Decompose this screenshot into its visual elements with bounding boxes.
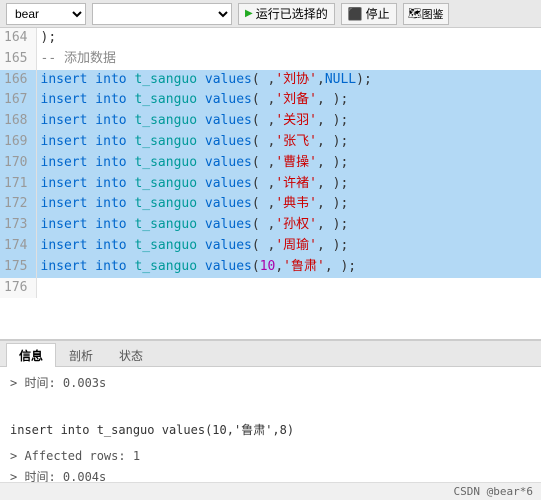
line-code[interactable]: insert into t_sanguo values(10,'鲁肃', ); bbox=[36, 257, 541, 278]
table-row: 172insert into t_sanguo values( ,'典韦', )… bbox=[0, 194, 541, 215]
toolbar: bear ▶ 运行已选择的 ⬛ 停止 🗺 图鉴 bbox=[0, 0, 541, 28]
footer-text: CSDN @bear*6 bbox=[454, 485, 533, 498]
message-line: > 时间: 0.004s bbox=[10, 467, 531, 482]
explain-button[interactable]: 🗺 图鉴 bbox=[403, 3, 449, 25]
message-line: insert into t_sanguo values(10,'鲁肃',8) bbox=[10, 420, 531, 442]
message-line: > 时间: 0.003s bbox=[10, 373, 531, 395]
line-code[interactable]: insert into t_sanguo values( ,'张飞', ); bbox=[36, 132, 541, 153]
code-editor[interactable]: 164);165-- 添加数据166insert into t_sanguo v… bbox=[0, 28, 541, 340]
line-code[interactable]: insert into t_sanguo values( ,'许褚', ); bbox=[36, 174, 541, 195]
tab-profile[interactable]: 剖析 bbox=[56, 343, 106, 367]
table-row: 169insert into t_sanguo values( ,'张飞', )… bbox=[0, 132, 541, 153]
line-number: 171 bbox=[0, 174, 36, 195]
run-button[interactable]: ▶ 运行已选择的 bbox=[238, 3, 335, 25]
table-row: 170insert into t_sanguo values( ,'曹操', )… bbox=[0, 153, 541, 174]
bottom-content: > 时间: 0.003s insert into t_sanguo values… bbox=[0, 367, 541, 482]
table-row: 166insert into t_sanguo values( ,'刘协',NU… bbox=[0, 70, 541, 91]
stop-button-label: 停止 bbox=[366, 5, 390, 22]
table-row: 171insert into t_sanguo values( ,'许褚', )… bbox=[0, 174, 541, 195]
line-code[interactable] bbox=[36, 278, 541, 299]
code-table: 164);165-- 添加数据166insert into t_sanguo v… bbox=[0, 28, 541, 298]
line-number: 173 bbox=[0, 215, 36, 236]
line-number: 165 bbox=[0, 49, 36, 70]
db-selector[interactable]: bear bbox=[6, 3, 86, 25]
explain-label: 图鉴 bbox=[422, 6, 444, 22]
line-number: 170 bbox=[0, 153, 36, 174]
line-code[interactable]: insert into t_sanguo values( ,'曹操', ); bbox=[36, 153, 541, 174]
line-code[interactable]: insert into t_sanguo values( ,'周瑜', ); bbox=[36, 236, 541, 257]
line-code[interactable]: insert into t_sanguo values( ,'孙权', ); bbox=[36, 215, 541, 236]
table-row: 176 bbox=[0, 278, 541, 299]
line-code[interactable]: insert into t_sanguo values( ,'刘备', ); bbox=[36, 90, 541, 111]
bottom-footer: CSDN @bear*6 bbox=[0, 482, 541, 500]
table-row: 164); bbox=[0, 28, 541, 49]
line-code[interactable]: insert into t_sanguo values( ,'刘协',NULL)… bbox=[36, 70, 541, 91]
line-code[interactable]: ); bbox=[36, 28, 541, 49]
run-button-label: 运行已选择的 bbox=[256, 5, 328, 22]
line-number: 166 bbox=[0, 70, 36, 91]
line-number: 174 bbox=[0, 236, 36, 257]
play-icon: ▶ bbox=[245, 8, 253, 19]
line-number: 176 bbox=[0, 278, 36, 299]
table-row: 168insert into t_sanguo values( ,'关羽', )… bbox=[0, 111, 541, 132]
line-code[interactable]: insert into t_sanguo values( ,'关羽', ); bbox=[36, 111, 541, 132]
message-line bbox=[10, 395, 531, 417]
line-number: 167 bbox=[0, 90, 36, 111]
stop-icon: ⬛ bbox=[348, 7, 363, 21]
tab-info[interactable]: 信息 bbox=[6, 343, 56, 367]
table-selector[interactable] bbox=[92, 3, 232, 25]
line-number: 172 bbox=[0, 194, 36, 215]
comment-span: -- 添加数据 bbox=[41, 51, 116, 66]
table-row: 167insert into t_sanguo values( ,'刘备', )… bbox=[0, 90, 541, 111]
line-code[interactable]: -- 添加数据 bbox=[36, 49, 541, 70]
stop-button[interactable]: ⬛ 停止 bbox=[341, 3, 397, 25]
line-code[interactable]: insert into t_sanguo values( ,'典韦', ); bbox=[36, 194, 541, 215]
line-number: 175 bbox=[0, 257, 36, 278]
table-row: 175insert into t_sanguo values(10,'鲁肃', … bbox=[0, 257, 541, 278]
line-number: 164 bbox=[0, 28, 36, 49]
message-line: > Affected rows: 1 bbox=[10, 446, 531, 468]
table-row: 173insert into t_sanguo values( ,'孙权', )… bbox=[0, 215, 541, 236]
line-number: 168 bbox=[0, 111, 36, 132]
table-row: 165 -- 添加数据 bbox=[0, 49, 541, 70]
bottom-tabs: 信息 剖析 状态 bbox=[0, 341, 541, 367]
explain-icon: 🗺 bbox=[408, 7, 422, 20]
table-row: 174insert into t_sanguo values( ,'周瑜', )… bbox=[0, 236, 541, 257]
tab-status[interactable]: 状态 bbox=[106, 343, 156, 367]
line-number: 169 bbox=[0, 132, 36, 153]
bottom-panel: 信息 剖析 状态 > 时间: 0.003s insert into t_sang… bbox=[0, 340, 541, 500]
